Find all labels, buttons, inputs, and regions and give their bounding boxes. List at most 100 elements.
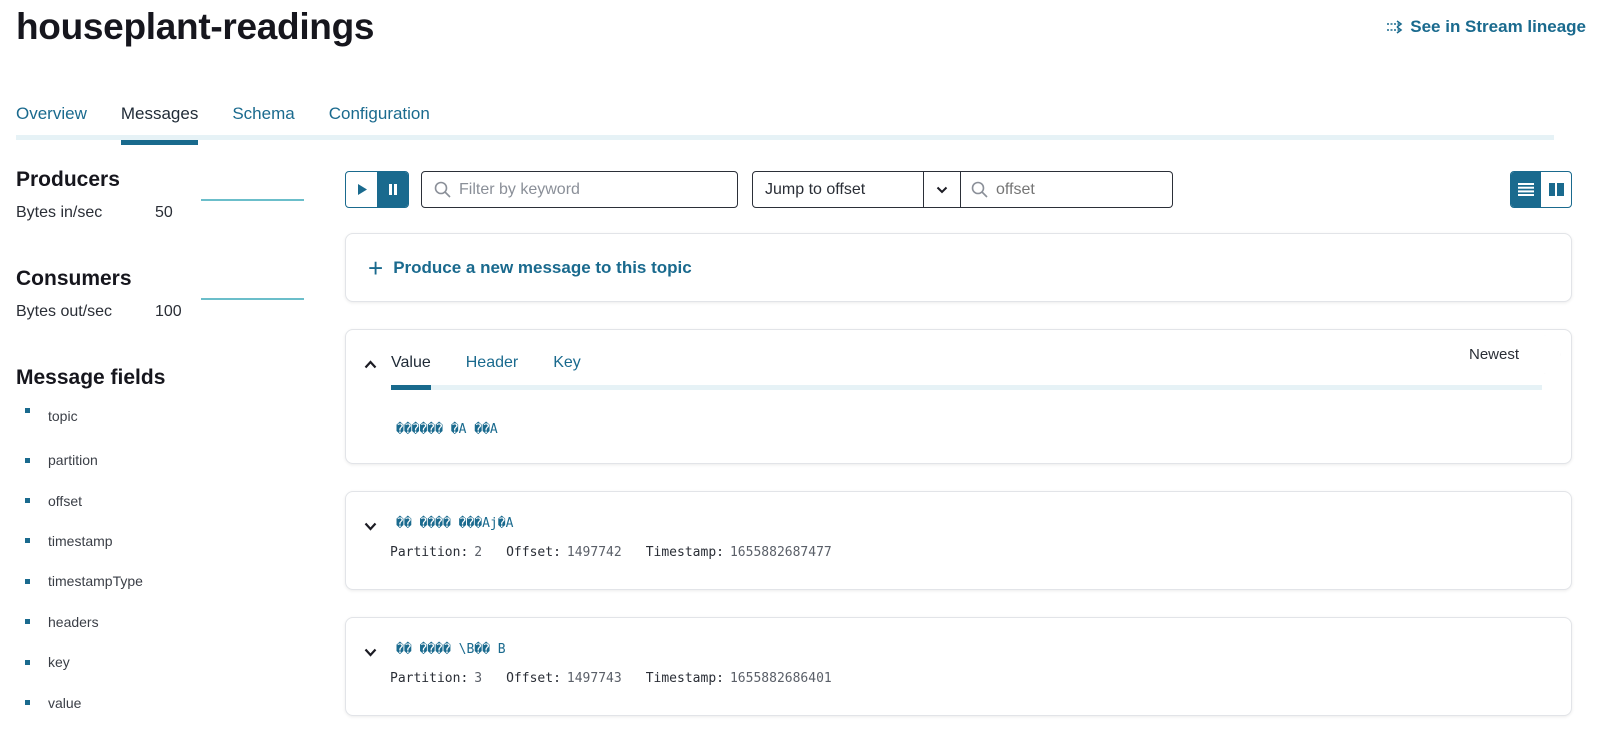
stream-lineage-link[interactable]: See in Stream lineage — [1386, 17, 1586, 37]
timestamp-value: 1655882686401 — [729, 671, 832, 686]
timestamp-value: 1655882687477 — [729, 545, 832, 560]
bullet-icon — [25, 619, 30, 625]
bytes-in-sparkline — [201, 199, 304, 201]
message-card-expanded: Value Header Key ������ �A ��A Newest — [345, 329, 1572, 464]
newest-badge: Newest — [1457, 335, 1561, 374]
tab-messages[interactable]: Messages — [120, 102, 199, 145]
jump-select-value: Jump to offset — [765, 180, 866, 198]
offset-meta: Offset: 1497742 — [506, 545, 622, 560]
field-item-timestamptype[interactable]: timestampType — [16, 561, 165, 601]
field-item-topic[interactable]: topic — [16, 408, 165, 440]
field-label: topic — [48, 408, 78, 424]
play-button[interactable] — [346, 172, 377, 207]
field-label: value — [48, 694, 82, 711]
chevron-down-icon[interactable] — [923, 172, 960, 207]
chevron-down-icon[interactable] — [364, 518, 377, 536]
offset-input[interactable] — [996, 180, 1166, 199]
field-item-key[interactable]: key — [16, 642, 165, 682]
play-pause-toggle — [345, 171, 409, 208]
bullet-icon — [25, 538, 30, 544]
list-view-button[interactable] — [1511, 172, 1541, 207]
message-fields-list: topic partition offset timestamp timesta… — [16, 408, 165, 723]
partition-meta: Partition: 2 — [390, 545, 482, 560]
message-card[interactable]: �� ���� ���Aj�A Partition: 2 Offset: 14977… — [345, 491, 1572, 590]
tab-configuration[interactable]: Configuration — [329, 102, 430, 140]
timestamp-label: Timestamp: — [645, 671, 724, 686]
consumers-heading: Consumers — [16, 267, 132, 290]
play-icon — [357, 184, 367, 195]
timestamp-label: Timestamp: — [645, 545, 724, 560]
bytes-in-metric: Bytes in/sec 50 — [16, 199, 304, 224]
message-fields-heading: Message fields — [16, 366, 166, 389]
producers-heading: Producers — [16, 168, 120, 191]
field-label: timestamp — [48, 532, 113, 549]
partition-value: 2 — [474, 545, 483, 560]
tab-value[interactable]: Value — [391, 350, 431, 390]
metric-label: Bytes out/sec — [16, 303, 113, 320]
field-label: offset — [48, 492, 82, 509]
metric-value: 100 — [155, 303, 182, 320]
timestamp-meta: Timestamp: 1655882686401 — [646, 671, 832, 686]
search-icon — [971, 181, 988, 198]
message-meta: Partition: 2 Offset: 1497742 Timestamp: 165… — [390, 545, 856, 560]
bytes-out-sparkline — [201, 298, 304, 300]
stream-lineage-label: See in Stream lineage — [1410, 17, 1586, 36]
produce-message-button[interactable]: + Produce a new message to this topic — [345, 233, 1572, 302]
offset-value: 1497743 — [566, 671, 622, 686]
field-item-offset[interactable]: offset — [16, 480, 165, 520]
tab-schema[interactable]: Schema — [232, 102, 294, 140]
message-value: �� ���� \B�� B — [396, 642, 506, 657]
field-item-partition[interactable]: partition — [16, 440, 165, 480]
offset-value: 1497742 — [566, 545, 622, 560]
message-fields-section: Message fields topic partition offset ti… — [16, 366, 165, 723]
topic-messages-page: houseplant-readings See in Stream lineag… — [0, 0, 1600, 737]
bullet-icon — [25, 408, 30, 413]
timestamp-meta: Timestamp: 1655882687477 — [646, 545, 832, 560]
view-mode-toggle — [1510, 171, 1572, 208]
messages-toolbar: Jump to offset — [345, 171, 1572, 209]
partition-value: 3 — [474, 671, 483, 686]
tab-key[interactable]: Key — [553, 350, 581, 385]
bullet-icon — [25, 498, 30, 504]
bullet-icon — [25, 659, 30, 665]
bullet-icon — [25, 457, 30, 463]
consumers-section: Consumers Bytes out/sec 100 — [16, 267, 304, 323]
message-card[interactable]: �� ���� \B�� B Partition: 3 Offset: 149774… — [345, 617, 1572, 716]
producers-section: Producers Bytes in/sec 50 — [16, 168, 304, 224]
field-item-timestamp[interactable]: timestamp — [16, 521, 165, 561]
field-item-headers[interactable]: headers — [16, 602, 165, 642]
partition-label: Partition: — [390, 671, 469, 686]
message-value: ������ �A ��A — [396, 422, 498, 437]
list-view-icon — [1518, 183, 1534, 196]
field-item-value[interactable]: value — [16, 682, 165, 722]
split-view-button[interactable] — [1541, 172, 1571, 207]
offset-field — [961, 171, 1173, 208]
bullet-icon — [25, 700, 30, 706]
pause-icon — [388, 184, 397, 195]
offset-label: Offset: — [506, 671, 561, 686]
page-title: houseplant-readings — [16, 6, 375, 47]
offset-label: Offset: — [506, 545, 561, 560]
bullet-icon — [25, 578, 30, 584]
metric-value: 50 — [155, 204, 173, 221]
tab-overview[interactable]: Overview — [16, 102, 87, 140]
topic-tabs: Overview Messages Schema Configuration — [16, 102, 1554, 145]
message-meta: Partition: 3 Offset: 1497743 Timestamp: 165… — [390, 671, 856, 686]
message-detail-tabs: Value Header Key — [391, 350, 1542, 390]
field-label: key — [48, 654, 70, 671]
filter-keyword-input[interactable] — [459, 180, 709, 199]
filter-keyword-field — [421, 171, 738, 208]
bytes-out-metric: Bytes out/sec 100 — [16, 298, 304, 323]
jump-to-select[interactable]: Jump to offset — [752, 171, 961, 208]
split-view-icon — [1548, 183, 1564, 196]
metric-label: Bytes in/sec — [16, 204, 103, 221]
offset-meta: Offset: 1497743 — [506, 671, 622, 686]
chevron-down-icon[interactable] — [364, 644, 377, 662]
chevron-up-icon[interactable] — [364, 356, 377, 374]
field-label: timestampType — [48, 573, 143, 590]
field-label: partition — [48, 452, 98, 469]
produce-message-label: Produce a new message to this topic — [393, 257, 692, 277]
tab-header[interactable]: Header — [466, 350, 518, 385]
pause-button[interactable] — [377, 172, 408, 207]
plus-icon: + — [368, 252, 384, 283]
